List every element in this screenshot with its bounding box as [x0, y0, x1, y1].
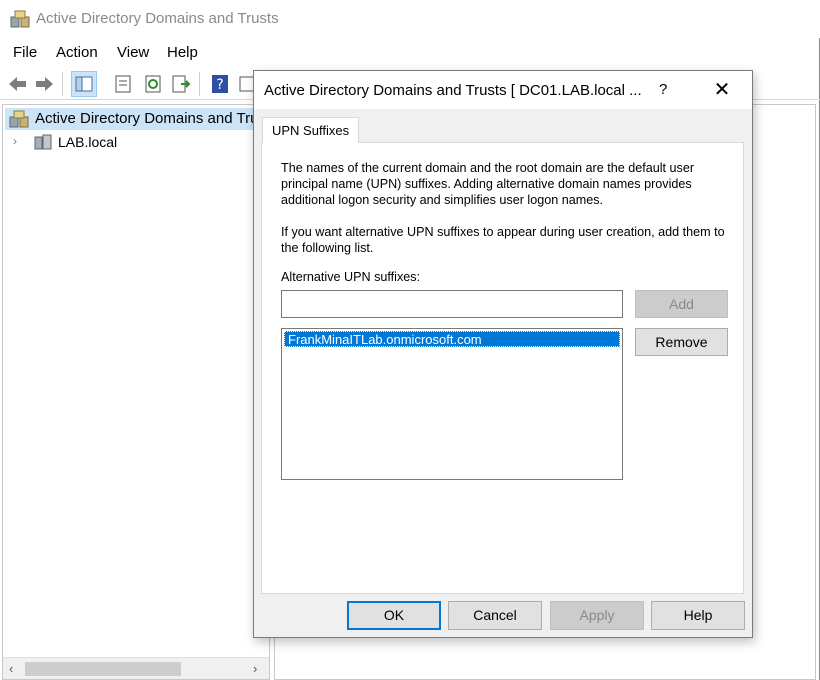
- refresh-icon[interactable]: [141, 72, 165, 96]
- toolbar-separator: [62, 72, 63, 96]
- upn-suffix-input[interactable]: [281, 290, 623, 318]
- cancel-button[interactable]: Cancel: [448, 601, 542, 630]
- tab-page-upn-suffixes: The names of the current domain and the …: [261, 142, 744, 594]
- domain-icon: [34, 134, 52, 150]
- tree-item-lab-local[interactable]: › LAB.local: [13, 132, 213, 154]
- menu-bar: File Action View Help: [0, 40, 820, 66]
- scroll-left-icon[interactable]: ‹: [9, 661, 13, 676]
- tree-item-root[interactable]: Active Directory Domains and Trusts: [5, 108, 278, 130]
- apply-button[interactable]: Apply: [550, 601, 644, 630]
- toolbar-separator: [199, 72, 200, 96]
- forward-arrow-icon[interactable]: [32, 72, 56, 96]
- help-icon[interactable]: ?: [208, 72, 232, 96]
- chevron-right-icon[interactable]: ›: [13, 134, 17, 148]
- scrollbar-thumb[interactable]: [25, 662, 181, 676]
- console-tree-pane: Active Directory Domains and Trusts › LA…: [2, 104, 278, 680]
- dialog-title-bar: Active Directory Domains and Trusts [ DC…: [254, 71, 752, 109]
- dialog-title: Active Directory Domains and Trusts [ DC…: [264, 82, 642, 99]
- menu-action[interactable]: Action: [56, 44, 98, 61]
- tab-upn-suffixes[interactable]: UPN Suffixes: [262, 117, 360, 143]
- alternative-suffixes-label: Alternative UPN suffixes:: [281, 270, 421, 284]
- horizontal-scrollbar[interactable]: ‹ ›: [3, 657, 269, 679]
- add-button[interactable]: Add: [635, 290, 728, 318]
- menu-help[interactable]: Help: [167, 44, 198, 61]
- back-arrow-icon[interactable]: [6, 72, 30, 96]
- title-bar: Active Directory Domains and Trusts: [0, 0, 820, 38]
- upn-suffix-list[interactable]: FrankMinaITLab.onmicrosoft.com: [281, 328, 623, 480]
- menu-file[interactable]: File: [13, 44, 37, 61]
- instruction-text: If you want alternative UPN suffixes to …: [281, 225, 725, 255]
- svg-text:?: ?: [216, 77, 223, 93]
- properties-dialog: Active Directory Domains and Trusts [ DC…: [253, 70, 753, 638]
- list-item[interactable]: FrankMinaITLab.onmicrosoft.com: [284, 331, 620, 347]
- properties-icon[interactable]: [111, 72, 135, 96]
- ok-button[interactable]: OK: [347, 601, 441, 630]
- scroll-right-icon[interactable]: ›: [253, 661, 257, 676]
- description-text: The names of the current domain and the …: [281, 161, 695, 207]
- close-icon[interactable]: ✕: [709, 77, 735, 103]
- help-button[interactable]: Help: [651, 601, 745, 630]
- tree-child-label: LAB.local: [58, 134, 118, 150]
- window-title: Active Directory Domains and Trusts: [36, 10, 279, 27]
- ad-domains-trusts-app-icon: [10, 10, 30, 28]
- ad-domains-trusts-icon: [9, 110, 29, 128]
- show-hide-tree-icon[interactable]: [71, 71, 97, 97]
- export-list-icon[interactable]: [169, 72, 193, 96]
- menu-view[interactable]: View: [117, 44, 149, 61]
- tree-root-label: Active Directory Domains and Trusts: [35, 110, 278, 127]
- help-question-icon[interactable]: ?: [659, 81, 667, 98]
- remove-button[interactable]: Remove: [635, 328, 728, 356]
